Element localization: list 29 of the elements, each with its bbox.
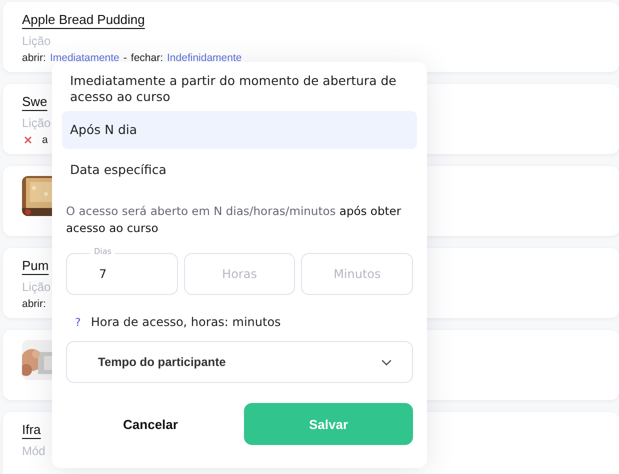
option-item[interactable]: Imediatamente a partir do momento de abertura de acesso ao curso [62, 73, 417, 109]
option-item[interactable]: Data específica [62, 151, 417, 189]
schedule-link[interactable]: Indefinidamente [167, 50, 242, 66]
input-field[interactable]: 7 [66, 253, 178, 295]
item-type: Mód [22, 443, 46, 460]
schedule-label: fechar: [130, 51, 164, 66]
item-type: Lição [22, 33, 51, 50]
item-title[interactable]: Apple Bread Pudding [22, 10, 145, 30]
chevron-down-icon [381, 358, 392, 366]
item-type: Lição [22, 279, 51, 296]
schedule-label: abrir: [22, 51, 46, 66]
field-label: Dias [90, 247, 116, 257]
time-label: Hora de acesso, horas: minutos [90, 315, 281, 329]
schedule-label: a [42, 133, 48, 148]
input-field[interactable]: Horas [184, 253, 296, 295]
schedule-label: abrir: [22, 297, 46, 312]
description-text: O acesso será aberto em N dias/horas/minutos após obter acesso ao curso [66, 203, 402, 237]
option-item[interactable]: Após N dia [62, 111, 417, 149]
select-value: Tempo do participante [98, 355, 226, 369]
help-icon[interactable]: ? [75, 316, 81, 328]
item-title[interactable]: Swe [22, 92, 48, 112]
select-field[interactable]: Tempo do participante [66, 341, 413, 383]
item-title[interactable]: Pum [22, 256, 49, 276]
cancel-button[interactable]: Cancelar [66, 403, 235, 445]
item-title[interactable]: Ifra [22, 420, 41, 440]
schedule-link[interactable]: Imediatamente [50, 50, 120, 66]
separator-text: - [123, 51, 127, 66]
item-type: Lição [22, 115, 51, 132]
input-field[interactable]: Minutos [301, 253, 414, 295]
